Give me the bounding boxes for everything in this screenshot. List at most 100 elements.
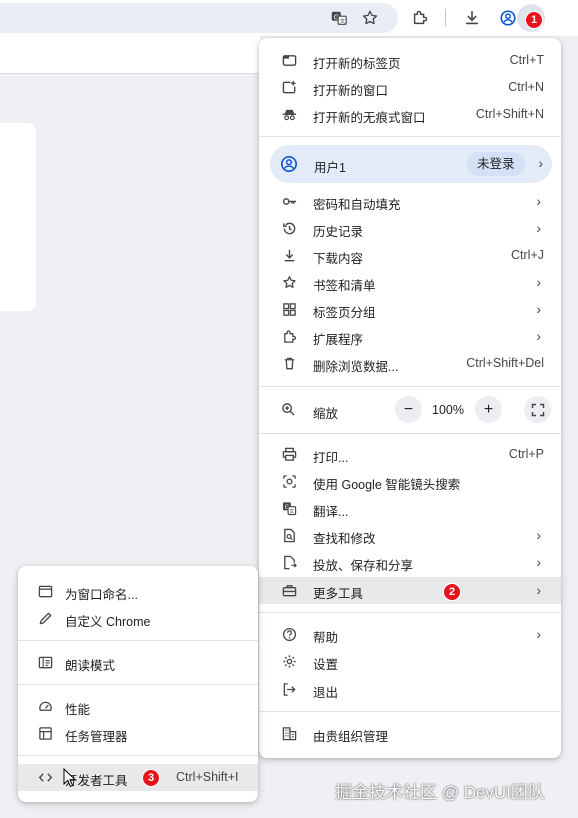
- menu-item-new-window[interactable]: 打开新的窗口 Ctrl+N: [259, 74, 561, 101]
- chevron-right-icon: ›: [536, 527, 541, 543]
- reading-mode-icon: [37, 654, 53, 670]
- menu-item-print[interactable]: 打印... Ctrl+P: [259, 441, 561, 468]
- menu-item-translate[interactable]: G文 翻译...: [259, 495, 561, 522]
- chevron-right-icon: ›: [536, 582, 541, 598]
- submenu-item-performance[interactable]: 性能: [18, 693, 258, 720]
- menu-item-tab-groups[interactable]: 标签页分组 ›: [259, 296, 561, 323]
- download-icon[interactable]: [460, 6, 484, 30]
- menu-item-new-incognito[interactable]: 打开新的无痕式窗口 Ctrl+Shift+N: [259, 101, 561, 128]
- new-window-icon: [281, 79, 297, 95]
- menu-item-extensions[interactable]: 扩展程序 ›: [259, 323, 561, 350]
- print-icon: [281, 446, 297, 462]
- sign-in-status-badge[interactable]: 未登录: [467, 152, 525, 176]
- svg-text:文: 文: [339, 17, 345, 25]
- translate-icon[interactable]: G文: [327, 6, 351, 30]
- menu-item-lens[interactable]: 使用 Google 智能镜头搜索: [259, 468, 561, 495]
- page-card: [0, 123, 36, 311]
- exit-icon: [281, 681, 297, 697]
- key-icon: [281, 193, 297, 209]
- menu-item-label: 使用 Google 智能镜头搜索: [313, 478, 461, 492]
- toolbox-icon: [281, 582, 297, 598]
- menu-item-label: 扩展程序: [313, 333, 364, 347]
- shortcut-text: Ctrl+Shift+Del: [466, 356, 544, 370]
- more-tools-submenu: 为窗口命名... 自定义 Chrome 朗读模式 性能 任务管理器 开发者工具 …: [18, 566, 258, 802]
- menu-item-label: 投放、保存和分享: [313, 559, 414, 573]
- toolbar-divider: [445, 9, 446, 27]
- profile-icon: [280, 155, 298, 173]
- star-icon: [281, 274, 297, 290]
- chevron-right-icon: ›: [536, 220, 541, 236]
- trash-icon: [281, 355, 297, 371]
- profile-row[interactable]: 用户1 未登录 ›: [270, 145, 552, 183]
- menu-divider: [18, 684, 258, 685]
- help-icon: [281, 626, 297, 642]
- menu-item-passwords[interactable]: 密码和自动填充 ›: [259, 188, 561, 215]
- menu-item-downloads[interactable]: 下载内容 Ctrl+J: [259, 242, 561, 269]
- menu-item-label: 历史记录: [313, 225, 364, 239]
- zoom-in-button[interactable]: +: [475, 396, 502, 423]
- extensions-icon: [281, 328, 297, 344]
- submenu-item-task-manager[interactable]: 任务管理器: [18, 720, 258, 747]
- menu-divider: [259, 433, 561, 434]
- zoom-out-button[interactable]: −: [395, 396, 422, 423]
- menu-item-label: 删除浏览数据...: [313, 360, 399, 374]
- menu-divider: [18, 640, 258, 641]
- submenu-item-name-window[interactable]: 为窗口命名...: [18, 578, 258, 605]
- menu-item-label: 查找和修改: [313, 532, 376, 546]
- shortcut-text: Ctrl+N: [508, 80, 544, 94]
- zoom-level: 100%: [432, 403, 464, 417]
- lens-icon: [281, 473, 297, 489]
- gear-icon: [281, 653, 297, 669]
- menu-item-help[interactable]: 帮助 ›: [259, 621, 561, 648]
- menu-item-label: 由贵组织管理: [313, 730, 389, 744]
- zoom-icon: [281, 402, 297, 418]
- zoom-row: 缩放 − 100% +: [259, 396, 561, 424]
- shortcut-text: Ctrl+J: [511, 248, 544, 262]
- menu-item-cast-save-share[interactable]: 投放、保存和分享 ›: [259, 549, 561, 576]
- menu-item-label: 书签和清单: [313, 279, 376, 293]
- page-header-strip: [0, 36, 260, 74]
- shortcut-text: Ctrl+Shift+I: [176, 770, 239, 784]
- chevron-right-icon: ›: [536, 554, 541, 570]
- mouse-cursor-icon: [63, 768, 77, 788]
- profile-name: 用户1: [314, 161, 346, 175]
- menu-item-more-tools[interactable]: 更多工具 ›: [259, 577, 561, 604]
- new-tab-icon: [281, 52, 297, 68]
- menu-item-label: 性能: [65, 703, 91, 717]
- menu-item-find-edit[interactable]: 查找和修改 ›: [259, 522, 561, 549]
- chevron-right-icon: ›: [536, 328, 541, 344]
- bookmark-star-icon[interactable]: [358, 6, 382, 30]
- extensions-icon[interactable]: [408, 6, 432, 30]
- browser-toolbar: G文: [0, 0, 578, 36]
- step-marker-2: 2: [443, 583, 461, 601]
- address-bar[interactable]: G文: [0, 3, 398, 33]
- menu-item-label: 打开新的窗口: [313, 84, 389, 98]
- pen-icon: [37, 610, 53, 626]
- window-icon: [37, 583, 53, 599]
- menu-item-clear-data[interactable]: 删除浏览数据... Ctrl+Shift+Del: [259, 350, 561, 377]
- task-manager-icon: [37, 725, 53, 741]
- find-in-page-icon: [281, 527, 297, 543]
- watermark-text: 掘金技术社区 @ DevUI团队: [335, 783, 545, 802]
- chevron-right-icon: ›: [536, 193, 541, 209]
- shortcut-text: Ctrl+T: [509, 53, 544, 67]
- menu-item-settings[interactable]: 设置: [259, 648, 561, 675]
- shortcut-text: Ctrl+P: [508, 447, 544, 461]
- menu-item-managed[interactable]: 由贵组织管理: [259, 720, 561, 747]
- menu-item-new-tab[interactable]: 打开新的标签页 Ctrl+T: [259, 47, 561, 74]
- fullscreen-icon[interactable]: [524, 396, 551, 423]
- menu-item-label: 打开新的标签页: [313, 57, 401, 71]
- menu-item-label: 密码和自动填充: [313, 198, 401, 212]
- chrome-main-menu: 打开新的标签页 Ctrl+T 打开新的窗口 Ctrl+N 打开新的无痕式窗口 C…: [259, 38, 561, 758]
- menu-divider: [259, 136, 561, 137]
- menu-item-bookmarks[interactable]: 书签和清单 ›: [259, 269, 561, 296]
- menu-divider: [259, 711, 561, 712]
- menu-item-history[interactable]: 历史记录 ›: [259, 215, 561, 242]
- submenu-item-customize[interactable]: 自定义 Chrome: [18, 605, 258, 632]
- submenu-item-reading-mode[interactable]: 朗读模式: [18, 649, 258, 676]
- menu-item-exit[interactable]: 退出: [259, 676, 561, 703]
- submenu-item-dev-tools[interactable]: 开发者工具 Ctrl+Shift+I: [18, 764, 258, 791]
- chevron-right-icon: ›: [536, 301, 541, 317]
- svg-text:文: 文: [289, 507, 295, 515]
- speedometer-icon: [37, 698, 53, 714]
